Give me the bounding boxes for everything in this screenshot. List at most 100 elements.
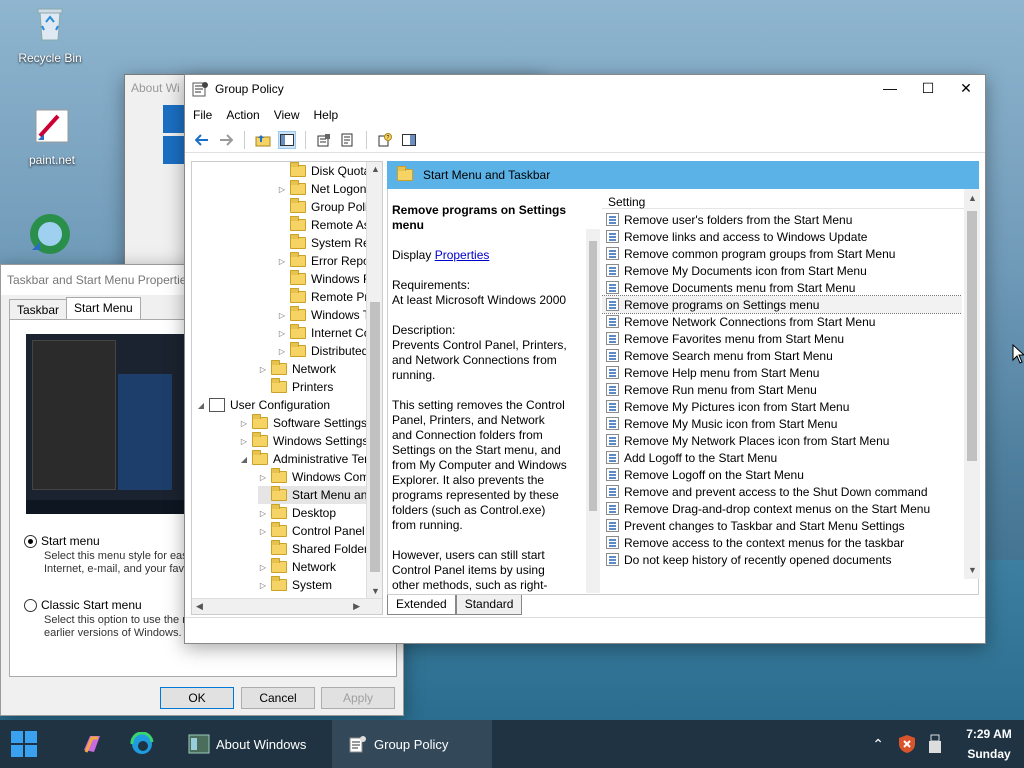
expand-chevron-icon[interactable]: ▷ <box>258 365 268 374</box>
ok-button[interactable]: OK <box>160 687 234 709</box>
setting-row[interactable]: Remove Search menu from Start Menu <box>602 347 962 364</box>
tree-node[interactable]: ▷ Windows Settings <box>239 432 368 450</box>
minimize-icon[interactable]: — <box>871 75 909 101</box>
tree-node[interactable]: Shared Folders <box>258 540 374 558</box>
security-shield-icon[interactable] <box>898 734 916 754</box>
setting-row[interactable]: Remove programs on Settings menu <box>602 295 962 314</box>
tree-pane[interactable]: Disk Quotas ▷ Net Logon Group Policy Remote … <box>191 161 383 615</box>
desktop-icon-paintnet[interactable]: paint.net <box>14 106 90 167</box>
tree-node[interactable]: ◢Administrative Template <box>239 450 382 468</box>
expand-chevron-icon[interactable]: ▷ <box>258 473 268 482</box>
menu-action[interactable]: Action <box>226 108 259 122</box>
edge-icon[interactable] <box>130 731 154 756</box>
description-scrollbar[interactable] <box>586 229 600 593</box>
copilot-icon[interactable] <box>80 732 104 756</box>
setting-row[interactable]: Remove Documents menu from Start Menu <box>602 279 962 296</box>
apply-button[interactable]: Apply <box>321 687 395 709</box>
setting-row[interactable]: Remove My Music icon from Start Menu <box>602 415 962 432</box>
forward-arrow-icon[interactable] <box>217 131 235 149</box>
menu-view[interactable]: View <box>274 108 300 122</box>
expand-chevron-icon[interactable]: ▷ <box>277 311 287 320</box>
chevron-up-icon[interactable]: ⌃ <box>872 736 884 753</box>
setting-row[interactable]: Remove My Pictures icon from Start Menu <box>602 398 962 415</box>
desktop-app-icon[interactable] <box>26 210 74 258</box>
expand-chevron-icon[interactable]: ▷ <box>239 437 249 446</box>
scroll-up-icon[interactable]: ▲ <box>968 193 977 203</box>
usb-drive-icon[interactable] <box>928 734 942 754</box>
menu-file[interactable]: File <box>193 108 212 122</box>
settings-list[interactable]: Remove user's folders from the Start Men… <box>602 211 962 579</box>
menu-help[interactable]: Help <box>314 108 339 122</box>
settings-scrollbar[interactable]: ▲ ▼ <box>964 189 980 579</box>
tree-node[interactable]: ◢ User Configuration <box>196 396 330 414</box>
tree-node[interactable]: ▷ Software Settings <box>239 414 367 432</box>
setting-row[interactable]: Do not keep history of recently opened d… <box>602 551 962 568</box>
setting-row[interactable]: Remove Favorites menu from Start Menu <box>602 330 962 347</box>
tree-scrollbar[interactable]: ▲ ▼ <box>366 162 382 614</box>
setting-row[interactable]: Remove common program groups from Start … <box>602 245 962 262</box>
tree-node[interactable]: ▷Windows Componen <box>258 468 382 486</box>
taskbar-about-windows[interactable]: About Windows <box>178 720 328 768</box>
setting-row[interactable]: Remove Logoff on the Start Menu <box>602 466 962 483</box>
expand-chevron-icon[interactable]: ◢ <box>239 455 249 464</box>
setting-row[interactable]: Remove access to the context menus for t… <box>602 534 962 551</box>
properties-link[interactable]: Properties <box>435 248 490 262</box>
tree-node[interactable]: ▷ Network <box>258 360 336 378</box>
setting-row[interactable]: Remove My Network Places icon from Start… <box>602 432 962 449</box>
setting-row[interactable]: Prevent changes to Taskbar and Start Men… <box>602 517 962 534</box>
expand-chevron-icon[interactable]: ▷ <box>239 419 249 428</box>
tab-extended[interactable]: Extended <box>387 595 456 615</box>
maximize-icon[interactable]: ☐ <box>909 75 947 101</box>
expand-chevron-icon[interactable]: ◢ <box>196 401 206 410</box>
properties-icon[interactable] <box>315 131 333 149</box>
back-arrow-icon[interactable] <box>193 131 211 149</box>
up-folder-icon[interactable] <box>254 131 272 149</box>
expand-chevron-icon[interactable]: ▷ <box>277 257 287 266</box>
expand-chevron-icon[interactable]: ▷ <box>277 185 287 194</box>
export-list-icon[interactable] <box>339 131 357 149</box>
tree-hscrollbar[interactable]: ◀ ▶ <box>192 598 382 614</box>
setting-row[interactable]: Remove user's folders from the Start Men… <box>602 211 962 228</box>
radio-classic-start-menu[interactable]: Classic Start menu <box>24 598 142 612</box>
tree-node[interactable]: ▷ System <box>258 576 332 594</box>
tab-standard[interactable]: Standard <box>455 595 523 615</box>
close-icon[interactable]: ✕ <box>947 75 985 101</box>
tree-node[interactable]: ▷ Net Logon <box>277 180 366 198</box>
setting-row[interactable]: Remove Network Connections from Start Me… <box>602 313 962 330</box>
setting-row[interactable]: Remove Help menu from Start Menu <box>602 364 962 381</box>
tree-node[interactable]: Group Policy <box>277 198 380 216</box>
taskbar-group-policy[interactable]: Group Policy <box>332 720 492 768</box>
expand-chevron-icon[interactable]: ▷ <box>258 563 268 572</box>
expand-chevron-icon[interactable]: ▷ <box>258 581 268 590</box>
tab-start-menu[interactable]: Start Menu <box>66 297 141 319</box>
setting-row[interactable]: Remove My Documents icon from Start Menu <box>602 262 962 279</box>
scroll-down-icon[interactable]: ▼ <box>968 565 977 575</box>
radio-start-menu[interactable]: Start menu <box>24 534 100 548</box>
expand-chevron-icon[interactable]: ▷ <box>277 329 287 338</box>
setting-row[interactable]: Remove links and access to Windows Updat… <box>602 228 962 245</box>
expand-chevron-icon[interactable]: ▷ <box>277 347 287 356</box>
setting-row[interactable]: Remove Run menu from Start Menu <box>602 381 962 398</box>
group-policy-window[interactable]: Group Policy — ☐ ✕ File Action View Help <box>184 74 986 644</box>
tree-node[interactable]: ▷ Desktop <box>258 504 336 522</box>
setting-row[interactable]: Add Logoff to the Start Menu <box>602 449 962 466</box>
tree-node[interactable]: Start Menu and Taskb <box>258 486 382 504</box>
setting-row[interactable]: Remove and prevent access to the Shut Do… <box>602 483 962 500</box>
tree-node[interactable]: ▷ Control Panel <box>258 522 365 540</box>
tree-node[interactable]: Disk Quotas <box>277 162 376 180</box>
radio-classic-indicator[interactable] <box>24 598 37 612</box>
start-button[interactable] <box>10 730 38 758</box>
help-icon[interactable]: ? <box>376 131 394 149</box>
tab-taskbar[interactable]: Taskbar <box>9 299 68 319</box>
show-hide-tree-icon[interactable] <box>278 130 296 149</box>
desktop-icon-recycle-bin[interactable]: Recycle Bin <box>12 4 88 65</box>
cancel-button[interactable]: Cancel <box>241 687 315 709</box>
expand-chevron-icon[interactable]: ▷ <box>258 509 268 518</box>
settings-column-header[interactable]: Setting <box>602 189 980 209</box>
setting-row[interactable]: Remove Drag-and-drop context menus on th… <box>602 500 962 517</box>
expand-chevron-icon[interactable]: ▷ <box>258 527 268 536</box>
show-pane-icon[interactable] <box>400 131 418 149</box>
tree-node[interactable]: ▷ Network <box>258 558 336 576</box>
clock[interactable]: 7:29 AM Sunday <box>954 724 1024 764</box>
radio-start-menu-indicator[interactable] <box>24 534 37 548</box>
